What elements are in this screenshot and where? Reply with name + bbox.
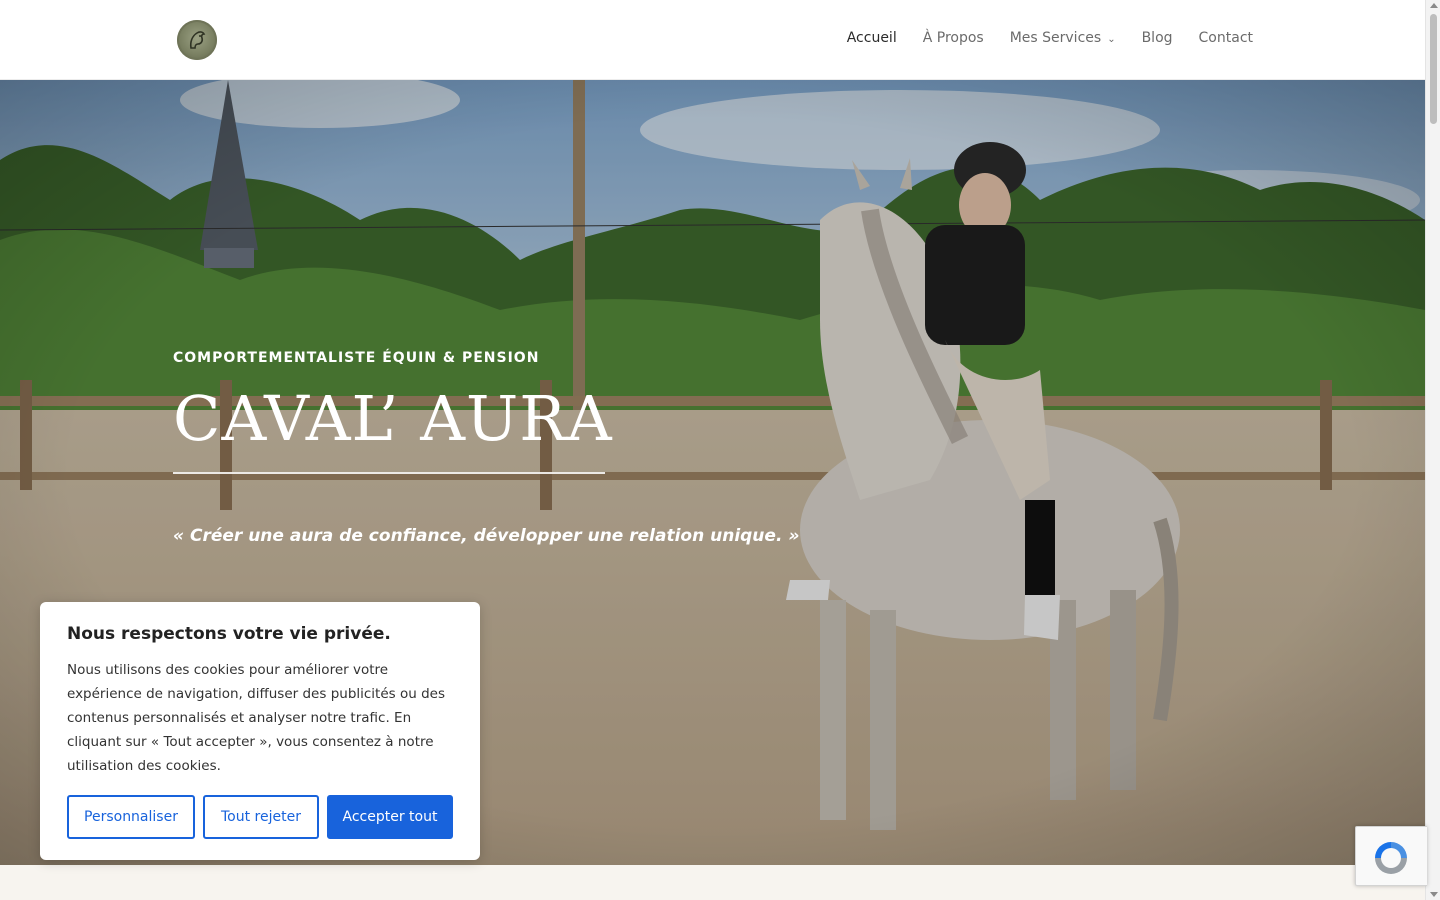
site-header: Accueil À Propos Mes Services ⌄ Blog Cont… xyxy=(0,0,1425,80)
hero-text: COMPORTEMENTALISTE ÉQUIN & PENSION CAVAL… xyxy=(173,350,799,546)
main-nav: Accueil À Propos Mes Services ⌄ Blog Cont… xyxy=(847,30,1253,46)
customize-button[interactable]: Personnaliser xyxy=(67,795,195,839)
chevron-down-icon: ⌄ xyxy=(1107,34,1116,45)
scroll-up-icon[interactable] xyxy=(1430,3,1438,8)
scroll-down-icon[interactable] xyxy=(1430,892,1438,897)
cookie-title: Nous respectons votre vie privée. xyxy=(67,624,391,644)
next-section-strip xyxy=(0,865,1425,900)
hero-title: CAVAL’ AURA xyxy=(173,382,613,455)
nav-item-blog[interactable]: Blog xyxy=(1142,30,1173,46)
cookie-actions: Personnaliser Tout rejeter Accepter tout xyxy=(67,795,453,839)
nav-item-a-propos[interactable]: À Propos xyxy=(923,30,984,46)
page-scrollbar[interactable] xyxy=(1425,0,1440,900)
hero-title-divider xyxy=(173,472,605,474)
accept-all-button[interactable]: Accepter tout xyxy=(327,795,453,839)
site-logo[interactable] xyxy=(177,20,217,60)
hero-eyebrow: COMPORTEMENTALISTE ÉQUIN & PENSION xyxy=(173,350,540,366)
reject-all-button[interactable]: Tout rejeter xyxy=(203,795,319,839)
hero-quote: « Créer une aura de confiance, développe… xyxy=(173,526,800,546)
cookie-description: Nous utilisons des cookies pour améliore… xyxy=(67,662,445,774)
scrollbar-thumb[interactable] xyxy=(1430,14,1437,124)
nav-item-mes-services[interactable]: Mes Services ⌄ xyxy=(1010,30,1116,46)
nav-item-mes-services-label: Mes Services xyxy=(1009,30,1102,46)
cookie-consent-banner: Nous respectons votre vie privée. Nous u… xyxy=(40,602,480,860)
recaptcha-badge[interactable] xyxy=(1355,826,1427,886)
horse-head-logo-icon xyxy=(189,31,206,49)
nav-item-accueil[interactable]: Accueil xyxy=(847,30,897,46)
nav-item-contact[interactable]: Contact xyxy=(1199,30,1253,46)
recaptcha-icon xyxy=(1375,842,1407,874)
